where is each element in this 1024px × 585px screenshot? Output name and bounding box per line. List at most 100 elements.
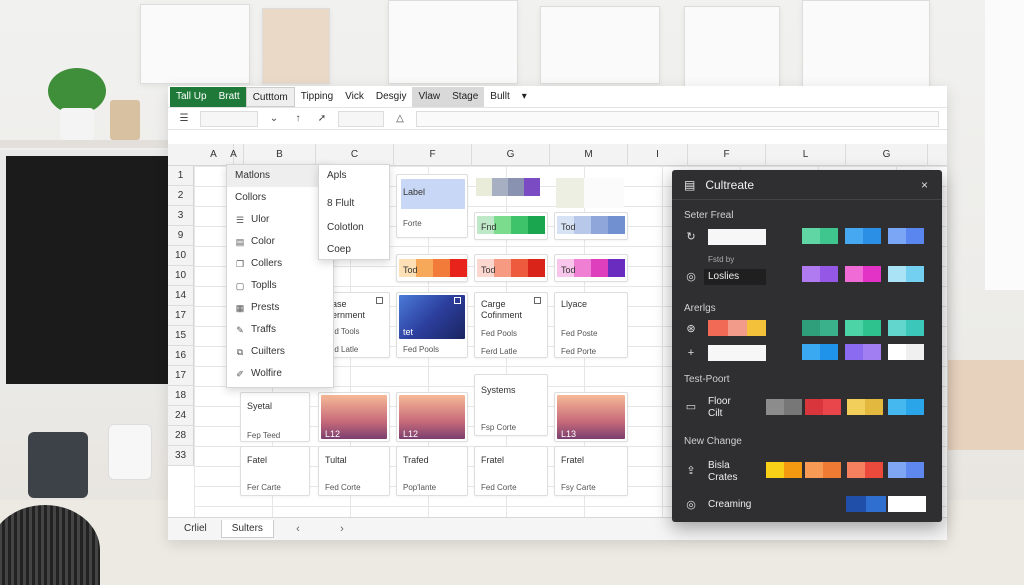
ribbon-tab[interactable]: Bullt	[484, 87, 515, 107]
image-card[interactable]: L13	[554, 392, 628, 442]
ribbon-tab[interactable]: Vlaw	[412, 86, 447, 107]
swatch-group[interactable]	[847, 399, 883, 415]
name-box[interactable]	[200, 110, 258, 127]
row-header[interactable]: 1	[168, 166, 194, 186]
swatch-group[interactable]	[805, 399, 841, 415]
chevron-down-icon[interactable]: ⌄	[266, 111, 282, 127]
swatch-group[interactable]	[888, 496, 926, 512]
swatch-group[interactable]	[802, 228, 838, 244]
ribbon-tab[interactable]: Vick	[339, 87, 370, 107]
swatch-cream[interactable]	[556, 178, 624, 208]
submenu-item[interactable]: 8 Flult	[319, 191, 389, 217]
submenu-item[interactable]: Colotlon	[319, 217, 389, 239]
column-header[interactable]: F	[394, 144, 472, 166]
row-header[interactable]: 16	[168, 346, 194, 366]
menu-item-prests[interactable]: ▦ Prests	[227, 297, 333, 319]
triangle-icon[interactable]: △	[392, 111, 408, 127]
arrow-up-icon[interactable]: ↑	[290, 111, 306, 127]
color-input[interactable]	[708, 229, 766, 245]
component-card[interactable]: tet Fed Pools	[396, 292, 468, 358]
column-header[interactable]: A	[224, 144, 244, 166]
swatch-group[interactable]	[888, 344, 924, 360]
ribbon-tab[interactable]: Bratt	[212, 86, 246, 107]
formula-input[interactable]	[416, 110, 939, 127]
column-header[interactable]: G	[846, 144, 928, 166]
row-header[interactable]: 3	[168, 206, 194, 226]
component-card[interactable]: Carge Cofinment Fed Pools Ferd Latle	[474, 292, 548, 358]
chevron-right-icon[interactable]: ›	[322, 523, 362, 535]
swatch-group[interactable]	[802, 320, 838, 336]
component-card[interactable]: Llyace Fed Poste Fed Porte	[554, 292, 628, 358]
swatch-group[interactable]	[845, 320, 881, 336]
column-header[interactable]: B	[244, 144, 316, 166]
greens-card[interactable]: Fnd	[474, 212, 548, 240]
swatch-group[interactable]	[802, 344, 838, 360]
function-field[interactable]	[338, 110, 384, 127]
row-header[interactable]: 17	[168, 366, 194, 386]
globe-icon[interactable]: ◎	[684, 498, 698, 512]
swatch-group[interactable]	[846, 496, 886, 512]
image-card[interactable]: L12	[396, 392, 468, 442]
text-input[interactable]: Loslies	[704, 269, 766, 285]
swatch-group[interactable]	[845, 344, 881, 360]
swatch-group[interactable]	[802, 266, 838, 282]
compass-icon[interactable]: ⊛	[684, 322, 698, 336]
swatch-group[interactable]	[766, 399, 802, 415]
label-card[interactable]: Label Forte	[396, 174, 468, 238]
red-card[interactable]: Tod	[474, 254, 548, 282]
chevron-left-icon[interactable]: ‹	[278, 523, 318, 535]
cursor-icon[interactable]: ➚	[314, 111, 330, 127]
swatch-group[interactable]	[888, 266, 924, 282]
swatch-group[interactable]	[845, 228, 881, 244]
swatch-group[interactable]	[805, 462, 841, 478]
row-header[interactable]: 28	[168, 426, 194, 446]
column-header[interactable]: I	[628, 144, 688, 166]
bottom-card[interactable]: Fratel Fed Corte	[474, 446, 548, 496]
bottom-card[interactable]: Fatel Fer Carte	[240, 446, 310, 496]
menu-icon[interactable]: ☰	[176, 111, 192, 127]
close-button[interactable]: ×	[921, 178, 928, 192]
globe-icon[interactable]: ◎	[684, 270, 698, 284]
swatch-grey-purple[interactable]	[476, 178, 540, 196]
checkbox[interactable]	[376, 297, 383, 304]
column-header[interactable]: M	[550, 144, 628, 166]
row-header[interactable]: 2	[168, 186, 194, 206]
share-icon[interactable]: ⇪	[684, 464, 698, 478]
orange-red-card[interactable]: Tod	[396, 254, 468, 282]
pink-card[interactable]: Tod	[554, 254, 628, 282]
ribbon-tab[interactable]: Tall Up	[170, 86, 213, 107]
image-card[interactable]: L12	[318, 392, 390, 442]
swatch-group[interactable]	[888, 399, 924, 415]
row-header[interactable]: 9	[168, 226, 194, 246]
menu-item-cuilters[interactable]: ⧉ Cuilters	[227, 341, 333, 363]
bottom-card[interactable]: Fratel Fsy Carte	[554, 446, 628, 496]
sheet-tab-active[interactable]: Sulters	[220, 520, 274, 538]
row-header[interactable]: 17	[168, 306, 194, 326]
swatch-group[interactable]	[847, 462, 883, 478]
row-header[interactable]: 18	[168, 386, 194, 406]
plus-icon[interactable]: +	[684, 346, 698, 360]
column-header[interactable]: C	[316, 144, 394, 166]
menu-item-wolfire[interactable]: ✐ Wolfire	[227, 363, 333, 385]
ribbon-tab[interactable]: Cutttom	[245, 86, 295, 107]
sheet-tab[interactable]: Crliel	[174, 520, 217, 538]
systems-card[interactable]: Systems Fsp Corte	[474, 374, 548, 436]
row-header[interactable]: 10	[168, 246, 194, 266]
blues-card[interactable]: Tod	[554, 212, 628, 240]
column-header[interactable]: G	[472, 144, 550, 166]
swatch-group[interactable]	[888, 462, 924, 478]
ribbon-tab[interactable]: Desgiy	[370, 87, 413, 107]
row-header[interactable]: 24	[168, 406, 194, 426]
submenu-item[interactable]: Coep	[319, 239, 389, 261]
row-header[interactable]: 15	[168, 326, 194, 346]
row-header[interactable]: 14	[168, 286, 194, 306]
card-icon[interactable]: ▭	[684, 400, 698, 414]
swatch-group[interactable]	[708, 320, 766, 336]
swatch-group[interactable]	[845, 266, 881, 282]
bottom-card[interactable]: Tultal Fed Corte	[318, 446, 390, 496]
swatch-group[interactable]	[766, 462, 802, 478]
swatch-group[interactable]	[888, 320, 924, 336]
syetal-card[interactable]: Syetal Fep Teed	[240, 392, 310, 442]
ribbon-tab[interactable]: Tipping	[295, 87, 339, 107]
chevron-down-icon[interactable]: ▾	[516, 87, 533, 107]
